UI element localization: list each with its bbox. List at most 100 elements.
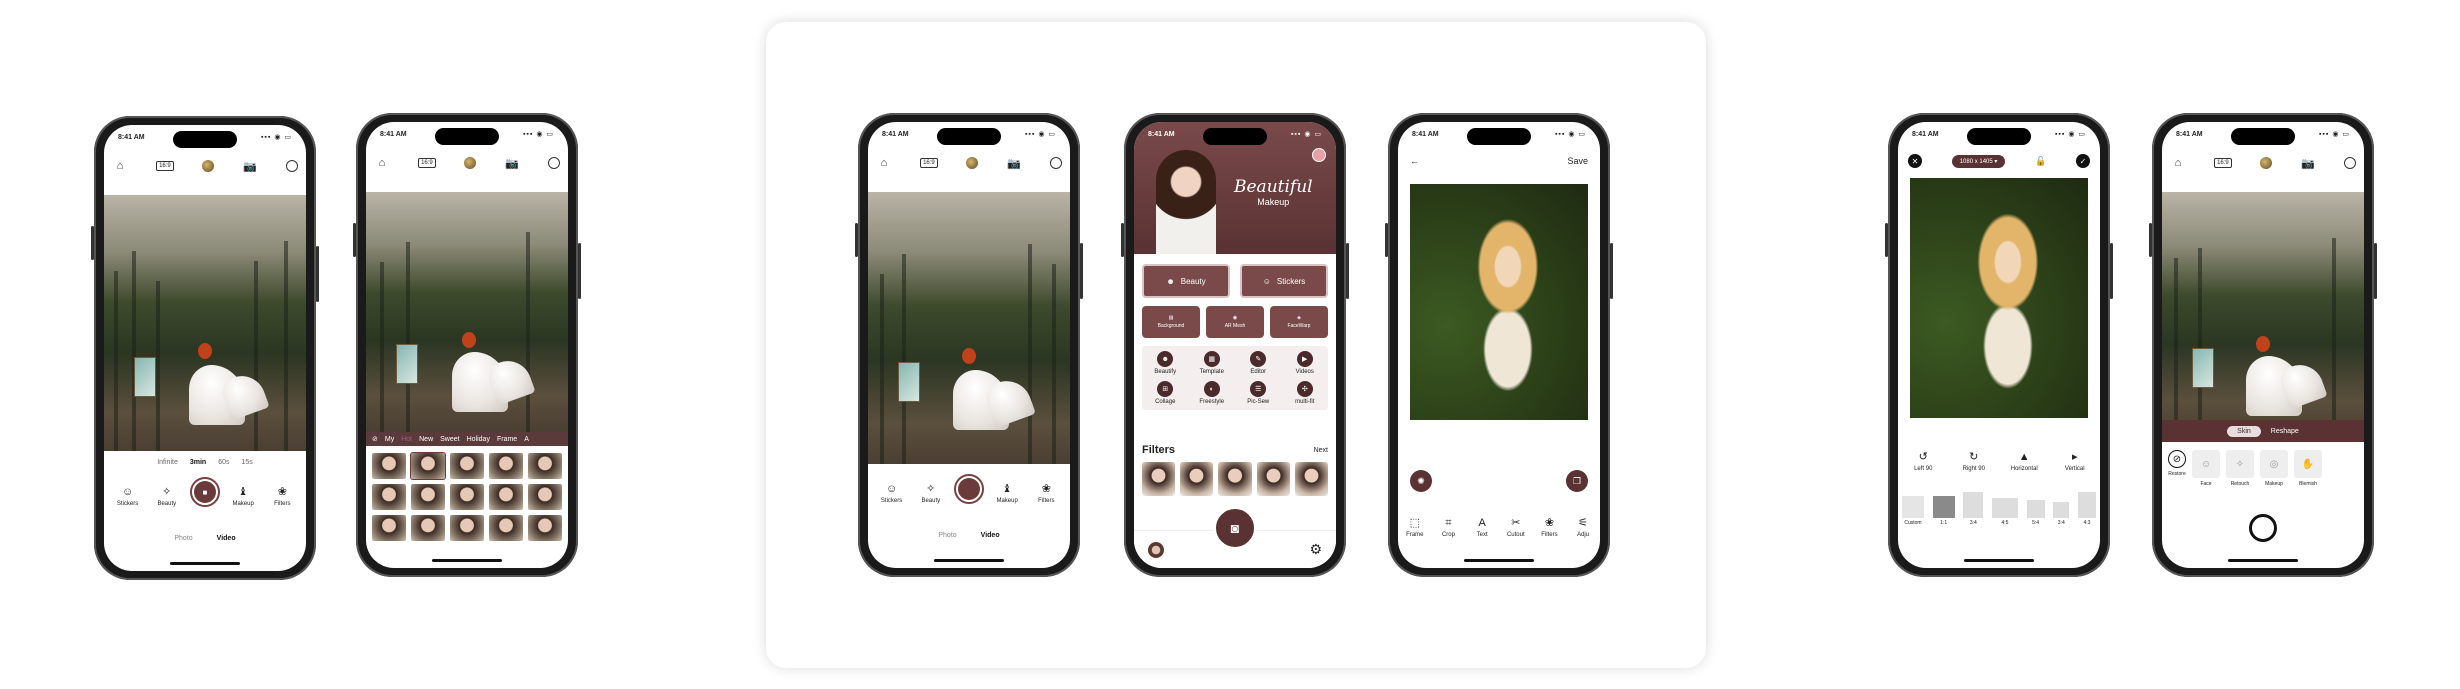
tab-my[interactable]: My: [385, 436, 394, 443]
close-icon[interactable]: ✕: [1908, 154, 1922, 168]
home-icon[interactable]: ⌂: [374, 155, 390, 171]
dimension-select[interactable]: 1080 x 1405 ▾: [1951, 154, 2006, 168]
stickers-button[interactable]: ☺ Stickers: [876, 484, 908, 505]
filter-thumb[interactable]: [411, 484, 445, 510]
face-tool[interactable]: ☺ Face: [2192, 450, 2220, 487]
tool-text[interactable]: A Text: [1466, 518, 1498, 539]
tab-reshape[interactable]: Reshape: [2271, 428, 2299, 435]
flip-vertical-button[interactable]: ▸ Vertical: [2059, 452, 2091, 473]
background-button[interactable]: ▨ Background: [1142, 306, 1200, 338]
flip-horizontal-button[interactable]: ▲ Horizontal: [2008, 452, 2040, 473]
home-icon[interactable]: ⌂: [112, 158, 128, 174]
filter-thumb[interactable]: [411, 515, 445, 541]
beautify-button[interactable]: ☻ Beautify: [1142, 351, 1189, 375]
ratio-button[interactable]: 16:9: [156, 161, 174, 171]
ratio-3-4[interactable]: 3:4: [1963, 492, 1984, 526]
filter-thumb[interactable]: [450, 484, 484, 510]
record-button[interactable]: ■: [189, 477, 220, 507]
unlock-icon[interactable]: 🔓: [2035, 156, 2046, 167]
freestyle-button[interactable]: ◐ Freestyle: [1189, 381, 1236, 405]
home-icon[interactable]: ⌂: [2170, 155, 2186, 171]
tab-new[interactable]: New: [419, 436, 433, 443]
videos-button[interactable]: ▶ Videos: [1282, 351, 1329, 375]
filter-thumb[interactable]: [489, 453, 523, 479]
filter-thumb[interactable]: [528, 484, 562, 510]
duration-3min[interactable]: 3min: [190, 459, 206, 466]
ratio-3-4b[interactable]: 3:4: [2053, 502, 2070, 526]
filter-thumb[interactable]: [489, 515, 523, 541]
filter-thumb[interactable]: [1142, 462, 1176, 496]
camera-switch-icon[interactable]: 📷: [242, 158, 258, 174]
duration-infinite[interactable]: Infinite: [157, 459, 178, 466]
ratio-button[interactable]: 16:9: [920, 158, 938, 168]
tab-skin[interactable]: Skin: [2227, 425, 2261, 437]
collage-button[interactable]: ⊞ Collage: [1142, 381, 1189, 405]
tab-holiday[interactable]: Holiday: [467, 436, 490, 443]
camera-switch-icon[interactable]: 📷: [1006, 155, 1022, 171]
layers-icon[interactable]: ❐: [1566, 470, 1588, 492]
tool-cutout[interactable]: ✂ Cutout: [1500, 518, 1532, 539]
home-icon[interactable]: ⌂: [876, 155, 892, 171]
more-icon[interactable]: [1050, 157, 1062, 169]
mode-video[interactable]: Video: [217, 535, 236, 542]
check-icon[interactable]: ✓: [2076, 154, 2090, 168]
template-button[interactable]: ▦ Template: [1189, 351, 1236, 375]
pic-sew-button[interactable]: ☰ Pic-Sew: [1235, 381, 1282, 405]
camera-switch-icon[interactable]: 📷: [504, 155, 520, 171]
filter-thumb[interactable]: [1218, 462, 1252, 496]
tool-frame[interactable]: ⬚ Frame: [1399, 518, 1431, 539]
back-arrow-icon[interactable]: ←: [1410, 156, 1419, 166]
ar-mesh-button[interactable]: ◉ AR Mesh: [1206, 306, 1264, 338]
camera-button[interactable]: ◙: [1213, 506, 1257, 550]
makeup-tool[interactable]: ◎ Makeup: [2260, 450, 2288, 487]
editor-button[interactable]: ✎ Editor: [1235, 351, 1282, 375]
tab-sweet[interactable]: Sweet: [440, 436, 459, 443]
more-icon[interactable]: [548, 157, 560, 169]
ratio-1-1[interactable]: 1:1: [1932, 496, 1955, 526]
ratio-custom[interactable]: Custom: [1902, 496, 1924, 526]
profile-avatar[interactable]: [1148, 541, 1164, 558]
rotate-left-button[interactable]: ↺ Left 90: [1907, 452, 1939, 473]
mode-video[interactable]: Video: [981, 532, 1000, 539]
filter-thumb[interactable]: [410, 452, 446, 480]
no-filter-icon[interactable]: ⊘: [372, 435, 378, 443]
more-icon[interactable]: [286, 160, 298, 172]
beauty-button[interactable]: ✧ Beauty: [151, 487, 183, 508]
filter-thumb[interactable]: [489, 484, 523, 510]
filter-thumb[interactable]: [1256, 462, 1290, 496]
filter-thumb[interactable]: [1294, 462, 1329, 496]
save-button[interactable]: Save: [1567, 156, 1588, 166]
ratio-button[interactable]: 16:9: [418, 158, 436, 168]
duration-60s[interactable]: 60s: [218, 459, 229, 466]
restore-button[interactable]: ⊘ Restore: [2168, 450, 2186, 477]
facewarp-button[interactable]: ◈ FaceWarp: [1270, 306, 1328, 338]
more-icon[interactable]: [2344, 157, 2356, 169]
filter-thumb[interactable]: [450, 515, 484, 541]
ratio-5-4[interactable]: 5:4: [2026, 500, 2045, 526]
filter-preview-icon[interactable]: [2259, 157, 2272, 169]
filter-thumb[interactable]: [528, 515, 562, 541]
tab-a[interactable]: A: [524, 436, 529, 443]
tool-filters[interactable]: ❀ Filters: [1533, 518, 1565, 539]
magic-icon[interactable]: ✺: [1410, 470, 1432, 492]
makeup-button[interactable]: ♝ Makeup: [227, 487, 259, 508]
camera-switch-icon[interactable]: 📷: [2300, 155, 2316, 171]
filters-button[interactable]: ❀ Filters: [1030, 484, 1062, 505]
mode-photo[interactable]: Photo: [938, 532, 956, 539]
duration-15s[interactable]: 15s: [241, 459, 252, 466]
blemish-tool[interactable]: ✋ Blemish: [2294, 450, 2322, 487]
mode-photo[interactable]: Photo: [174, 535, 192, 542]
filter-preview-icon[interactable]: [201, 160, 214, 172]
premium-icon[interactable]: [1312, 148, 1326, 162]
beauty-button[interactable]: ☻ Beauty: [1142, 264, 1230, 298]
filter-thumb[interactable]: [450, 453, 484, 479]
rotate-right-button[interactable]: ↻ Right 90: [1958, 452, 1990, 473]
stickers-button[interactable]: ☺ Stickers: [1240, 264, 1328, 298]
makeup-button[interactable]: ♝ Makeup: [991, 484, 1023, 505]
filter-thumb[interactable]: [372, 453, 406, 479]
filter-preview-icon[interactable]: [463, 157, 476, 169]
capture-button[interactable]: [2249, 514, 2277, 542]
tab-frame[interactable]: Frame: [497, 436, 517, 443]
multi-fit-button[interactable]: ✣ multi-fit: [1282, 381, 1329, 405]
filter-thumb[interactable]: [372, 515, 406, 541]
